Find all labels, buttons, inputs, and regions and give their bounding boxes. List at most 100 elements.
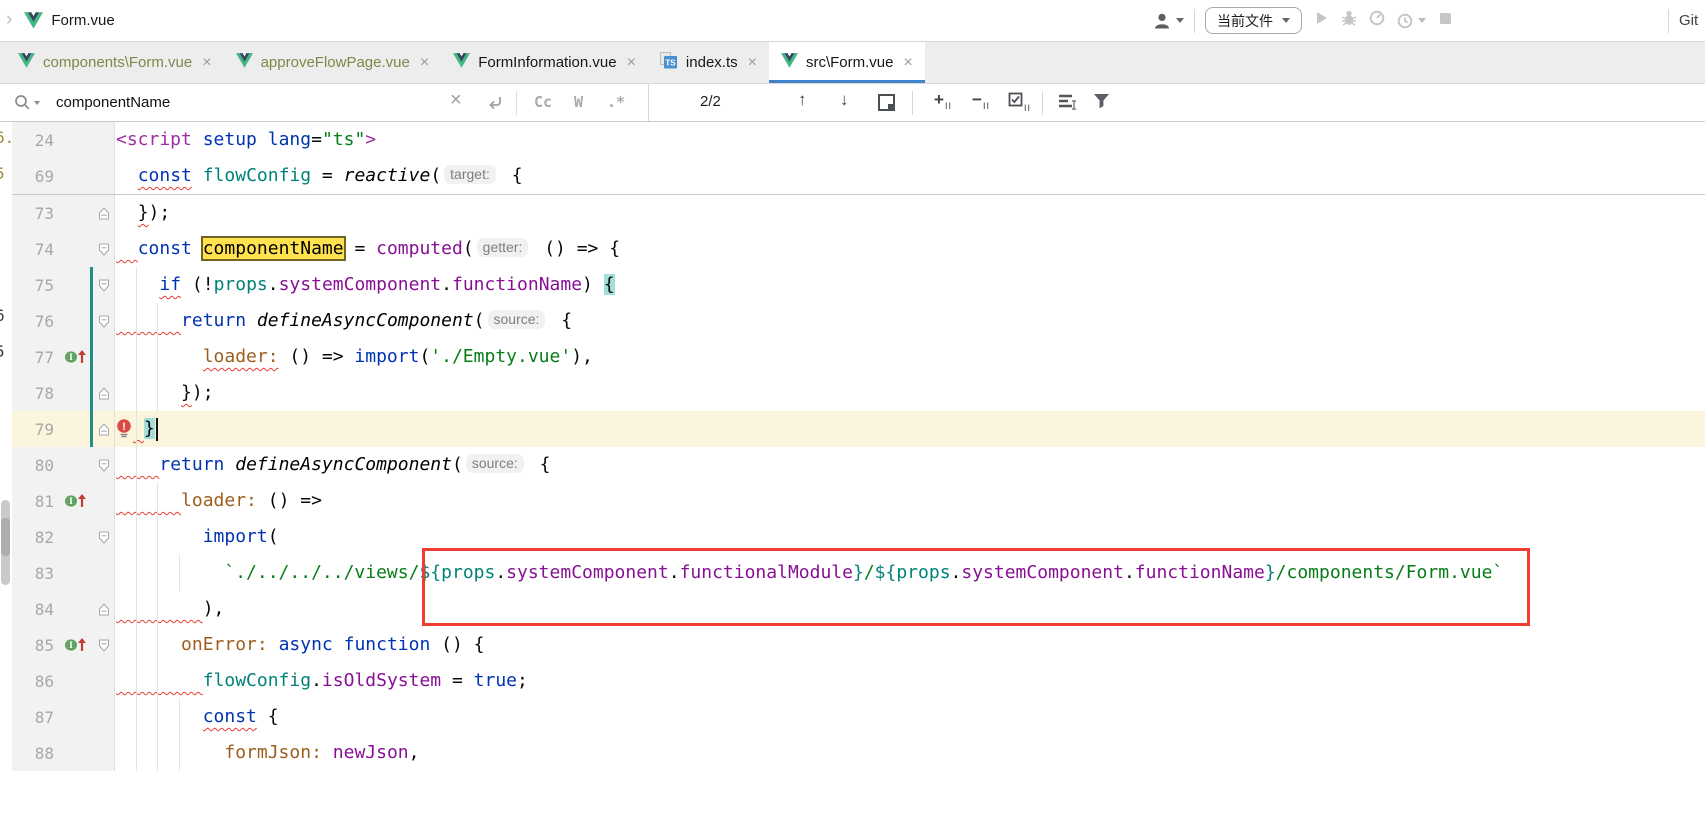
code-editor[interactable]: 6.565 24<script setup lang="ts">69 const…: [0, 122, 1705, 820]
line-number[interactable]: 80: [12, 456, 59, 475]
profiler-icon[interactable]: [1368, 9, 1386, 32]
select-occurrences-icon[interactable]: II: [1008, 92, 1030, 112]
tab-src-Form.vue[interactable]: src\Form.vue×: [769, 42, 925, 83]
whole-words-toggle[interactable]: W: [574, 93, 583, 111]
code-line-81[interactable]: 81I loader: () =>: [12, 483, 1705, 519]
debug-icon[interactable]: [1340, 9, 1358, 32]
tab-approveFlowPage.vue[interactable]: approveFlowPage.vue×: [224, 42, 442, 83]
line-number[interactable]: 73: [12, 204, 59, 223]
override-marker-icon[interactable]: I: [59, 493, 90, 509]
breadcrumb[interactable]: Form.vue: [51, 12, 114, 29]
override-marker-icon[interactable]: I: [59, 349, 90, 365]
code-text[interactable]: <script setup lang="ts">: [114, 122, 1705, 158]
override-marker-icon[interactable]: I: [59, 637, 90, 653]
fold-marker-icon[interactable]: [93, 411, 114, 447]
fold-marker-icon[interactable]: [93, 267, 114, 303]
line-number[interactable]: 88: [12, 744, 59, 763]
rerun-icon[interactable]: [1396, 12, 1426, 30]
tab-close-icon[interactable]: ×: [903, 54, 912, 72]
code-line-77[interactable]: 77I loader: () => import('./Empty.vue'),: [12, 339, 1705, 375]
fold-marker-icon[interactable]: [93, 519, 114, 555]
line-number[interactable]: 74: [12, 240, 59, 259]
line-number[interactable]: 84: [12, 600, 59, 619]
tab-close-icon[interactable]: ×: [202, 54, 211, 72]
regex-toggle[interactable]: .*: [607, 93, 625, 111]
code-text[interactable]: });: [114, 195, 1705, 231]
line-number[interactable]: 82: [12, 528, 59, 547]
code-line-88[interactable]: 88 formJson: newJson,: [12, 735, 1705, 771]
code-line-73[interactable]: 73 });: [12, 195, 1705, 231]
line-number[interactable]: 79: [12, 420, 59, 439]
fold-marker-icon[interactable]: [93, 231, 114, 267]
add-occurrence-icon[interactable]: +II: [934, 90, 951, 110]
code-text[interactable]: });: [114, 375, 1705, 411]
search-input[interactable]: [54, 93, 388, 112]
tab-close-icon[interactable]: ×: [748, 54, 757, 72]
code-text[interactable]: loader: () =>: [114, 483, 1705, 519]
search-icon[interactable]: [14, 94, 40, 111]
next-match-icon[interactable]: ↓: [840, 90, 849, 110]
fold-marker-icon[interactable]: [93, 591, 114, 627]
fold-marker-icon[interactable]: [93, 375, 114, 411]
line-number[interactable]: 75: [12, 276, 59, 295]
code-line-75[interactable]: 75 if (!props.systemComponent.functionNa…: [12, 267, 1705, 303]
line-number[interactable]: 76: [12, 312, 59, 331]
code-line-86[interactable]: 86 flowConfig.isOldSystem = true;: [12, 663, 1705, 699]
remove-occurrence-icon[interactable]: −II: [972, 90, 989, 110]
filter-icon[interactable]: [1092, 92, 1112, 115]
code-text[interactable]: const {: [114, 699, 1705, 735]
fold-marker-icon[interactable]: [93, 195, 114, 231]
line-number[interactable]: 69: [12, 167, 59, 186]
code-text[interactable]: return defineAsyncComponent(source: {: [114, 303, 1705, 339]
code-text[interactable]: formJson: newJson,: [114, 735, 1705, 771]
code-text[interactable]: flowConfig.isOldSystem = true;: [114, 663, 1705, 699]
run-configuration-button[interactable]: 当前文件: [1205, 7, 1302, 34]
line-number[interactable]: 77: [12, 348, 59, 367]
line-number[interactable]: 78: [12, 384, 59, 403]
stop-icon[interactable]: [1436, 9, 1454, 32]
line-number[interactable]: 24: [12, 131, 59, 150]
fold-marker-icon[interactable]: [93, 627, 114, 663]
line-number[interactable]: 86: [12, 672, 59, 691]
code-line-85[interactable]: 85I onError: async function () {: [12, 627, 1705, 663]
run-icon[interactable]: [1312, 9, 1330, 32]
code-line-87[interactable]: 87 const {: [12, 699, 1705, 735]
left-edge-artifacts: 6.565: [0, 122, 12, 820]
code-token: }: [138, 202, 149, 223]
fold-marker-icon[interactable]: [93, 303, 114, 339]
code-line-79[interactable]: 79 ! }: [12, 411, 1705, 447]
fold-marker-icon[interactable]: [93, 447, 114, 483]
tab-close-icon[interactable]: ×: [420, 54, 429, 72]
select-all-matches-icon[interactable]: [878, 94, 895, 116]
clear-icon[interactable]: ×: [450, 89, 462, 112]
code-line-74[interactable]: 74 const componentName = computed(getter…: [12, 231, 1705, 267]
git-menu[interactable]: Git: [1679, 12, 1698, 29]
divider: [1668, 9, 1669, 33]
code-text[interactable]: loader: () => import('./Empty.vue'),: [114, 339, 1705, 375]
prev-match-icon[interactable]: ↑: [798, 90, 807, 110]
code-line-80[interactable]: 80 return defineAsyncComponent(source: {: [12, 447, 1705, 483]
tab-components-Form.vue[interactable]: components\Form.vue×: [6, 42, 224, 83]
code-line-24[interactable]: 24 <script setup lang="ts">: [12, 122, 1705, 158]
line-number[interactable]: 81: [12, 492, 59, 511]
match-case-toggle[interactable]: Cc: [534, 93, 552, 111]
newline-icon[interactable]: [486, 93, 504, 116]
tab-index.ts[interactable]: TSindex.ts×: [648, 42, 769, 83]
code-text[interactable]: if (!props.systemComponent.functionName)…: [114, 267, 1705, 303]
line-number[interactable]: 83: [12, 564, 59, 583]
code-line-78[interactable]: 78 });: [12, 375, 1705, 411]
users-icon[interactable]: [1152, 12, 1184, 30]
error-intention-icon[interactable]: !: [116, 418, 133, 439]
code-line-76[interactable]: 76 return defineAsyncComponent(source: {: [12, 303, 1705, 339]
code-text[interactable]: onError: async function () {: [114, 627, 1705, 663]
line-number[interactable]: 85: [12, 636, 59, 655]
code-text[interactable]: ! }: [114, 411, 1705, 447]
line-number[interactable]: 87: [12, 708, 59, 727]
search-in-selection-icon[interactable]: [1058, 93, 1078, 116]
tab-close-icon[interactable]: ×: [627, 54, 636, 72]
tab-FormInformation.vue[interactable]: FormInformation.vue×: [441, 42, 648, 83]
code-text[interactable]: return defineAsyncComponent(source: {: [114, 447, 1705, 483]
code-line-69[interactable]: 69 const flowConfig = reactive(target: {: [12, 158, 1705, 194]
code-text[interactable]: const componentName = computed(getter: (…: [114, 231, 1705, 267]
code-text[interactable]: const flowConfig = reactive(target: {: [114, 158, 1705, 194]
